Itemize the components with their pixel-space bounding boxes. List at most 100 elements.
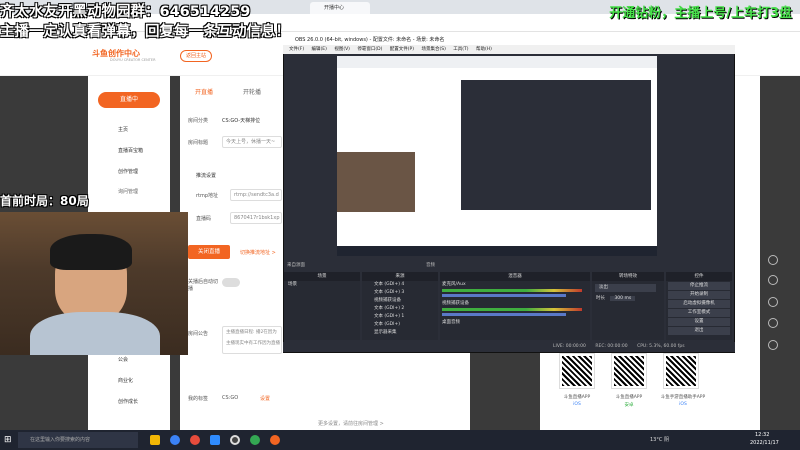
qr-label: 斗鱼手游直播助手APP [660,395,706,400]
my-tags-value: CS:GO [222,395,239,401]
sidebar-item-growth[interactable]: 创作成长 [118,398,138,405]
tab-start-carousel[interactable]: 开轮播 [243,87,261,96]
room-notice-label: 房间公告 [188,331,209,337]
tab-start-live[interactable]: 开直播 [195,87,213,96]
obs-menu-file[interactable]: 文件(F) [289,47,304,52]
obs-menu-help[interactable]: 帮助(H) [476,47,492,52]
file-explorer-icon[interactable] [150,435,160,445]
source-item[interactable]: 文本 (GDI+) 3 [362,289,438,297]
stop-streaming-button[interactable]: 停止推流 [668,282,730,290]
source-item[interactable]: 文本 (GDI+) 1 [362,313,438,321]
scenes-dock: 场景 场景 [284,272,360,340]
room-notice-input[interactable]: 主播直播日程: 播2在因为主播现实中有工作因为直播 [222,326,282,354]
sidebar-item-guild[interactable]: 公会 [118,356,128,363]
auto-switch-label: 关播后自动切播 [188,279,219,292]
mixer-dock: 混音器 麦克风/Aux 视频捕获设备 桌面音频 [440,272,590,340]
source-item[interactable]: 文本 (GDI+) [362,321,438,329]
settings-button[interactable]: 设置 [668,318,730,326]
transition-select[interactable]: 淡出 [595,284,656,292]
webcam-feed [0,212,188,355]
edge-icon[interactable] [170,435,180,445]
taskbar-time[interactable]: 12:32 [755,432,769,438]
headset [50,234,132,270]
sidebar-item-toolbox[interactable]: 直播百宝箱 [118,147,143,154]
return-main-site-button[interactable]: 返回主站 [180,50,212,62]
transition-duration: 时长 300 ms [592,295,664,303]
obs-menu-view[interactable]: 视图(V) [334,47,350,52]
qr-code [559,353,595,389]
app-icon[interactable] [190,435,200,445]
taskbar-date[interactable]: 2022/11/17 [750,440,779,446]
transition-duration-label: 时长 [596,296,605,301]
douyu-icon[interactable] [270,435,280,445]
transition-duration-input[interactable]: 300 ms [610,296,636,301]
float-chat-icon[interactable] [768,275,778,285]
sidebar-item-home[interactable]: 主页 [118,126,128,133]
sidebar-item-commerce[interactable]: 商业化 [118,377,133,384]
controls-dock: 控件 停止推流 开始录制 启动虚拟摄像机 工作室模式 设置 退出 [666,272,732,340]
mixer-track-name: 桌面音频 [442,320,460,325]
sidebar-item-creation[interactable]: 创作管理 [118,168,138,175]
obs-menu-scene-collection[interactable]: 场景集合(S) [421,47,445,52]
obs-source-label: 来自源面 [287,263,305,268]
browser-tab-label: 开播中心 [324,5,345,11]
source-item[interactable]: 显示器采集 [362,329,438,337]
mixer-track-name: 视频捕获设备 [442,301,469,306]
mixer-slider[interactable] [442,294,566,297]
obs-preview[interactable] [337,56,657,256]
qr-platform: 安卓 [624,403,634,408]
obs-menu-edit[interactable]: 编辑(E) [312,47,327,52]
scene-item[interactable]: 场景 [284,281,360,289]
start-recording-button[interactable]: 开始录制 [668,291,730,299]
my-tags-settings-link[interactable]: 设置 [260,395,270,402]
taskbar-weather[interactable]: 13°C 阴 [650,436,669,443]
windows-start-icon[interactable]: ⊞ [4,435,14,445]
qr-label: 斗鱼直播APP [615,395,643,400]
close-live-button[interactable]: 关闭直播 [188,245,230,259]
float-feedback-icon[interactable] [768,340,778,350]
qr-platform: iOS [573,402,581,407]
preview-browser-bar [337,56,657,68]
source-item[interactable]: 文本 (GDI+) 4 [362,281,438,289]
rtmp-input[interactable]: rtmp://sendtc3a.d [230,189,282,201]
obs-icon[interactable] [230,435,240,445]
mixer-meter [442,289,582,292]
stream-code-input[interactable]: 8670417r1bsk1xp [230,212,282,224]
room-title-input[interactable]: 今天上号，休播一天~ [222,136,282,148]
obs-menu-docks[interactable]: 停靠窗口(D) [357,47,382,52]
obs-audio-label[interactable]: 音频 [426,262,435,268]
live-status-button[interactable]: 直播中 [98,92,160,108]
browser-tab[interactable]: 开播中心 [310,2,370,14]
more-settings-link[interactable]: 更多设置，请前往房间管理 > [318,420,384,427]
rtmp-label: rtmp地址 [196,193,219,199]
transitions-dock: 转场特效 淡出 时长 300 ms [592,272,664,340]
preview-taskbar [337,246,657,256]
exit-button[interactable]: 退出 [668,327,730,335]
qr-code [611,353,647,389]
studio-mode-button[interactable]: 工作室模式 [668,309,730,317]
qr-platform: iOS [679,402,687,407]
obs-menu-tools[interactable]: 工具(T) [453,47,468,52]
float-question-icon[interactable] [768,297,778,307]
obs-menu-profile[interactable]: 配置文件(P) [390,47,414,52]
obs-menu-bar: 文件(F) 编辑(E) 视图(V) 停靠窗口(D) 配置文件(P) 场景集合(S… [283,45,735,54]
source-item[interactable]: 视频捕获设备 [362,297,438,305]
source-item[interactable]: 文本 (GDI+) 2 [362,305,438,313]
overlay-side-text: 首前时局：80局 [0,194,89,208]
scenes-dock-title: 场景 [284,272,360,281]
obs-cpu: CPU: 5.3%, 60.00 fps [637,344,685,349]
mixer-slider[interactable] [442,313,566,316]
taskbar-search[interactable]: 在这里输入你要搜索的内容 [18,432,138,448]
app-icon[interactable] [210,435,220,445]
chrome-icon[interactable] [250,435,260,445]
stream-settings-label: 推流设置 [196,173,217,179]
float-service-icon[interactable] [768,318,778,328]
float-help-icon[interactable] [768,255,778,265]
preview-webcam [337,152,415,212]
virtual-camera-button[interactable]: 启动虚拟摄像机 [668,300,730,308]
sidebar-item-inquiry[interactable]: 询问管理 [118,188,138,195]
room-category-value[interactable]: CS:GO-天梯排位 [222,117,260,124]
qr-code [663,353,699,389]
auto-switch-toggle[interactable] [222,278,240,287]
switch-stream-link[interactable]: 切换推流地址 > [240,249,276,256]
